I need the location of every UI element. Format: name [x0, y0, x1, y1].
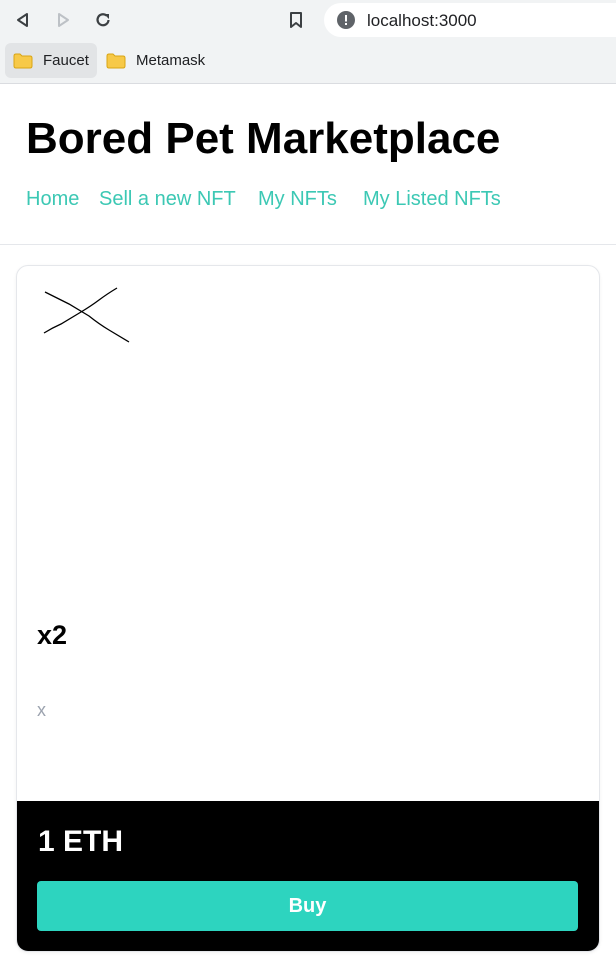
folder-icon — [106, 53, 126, 68]
bookmark-icon — [290, 11, 302, 28]
nav-sell-nft-link[interactable]: Sell a new NFT — [99, 188, 236, 211]
bookmark-label: Metamask — [136, 52, 206, 69]
back-button[interactable] — [11, 8, 35, 32]
forward-button[interactable] — [51, 8, 75, 32]
site-header: Bored Pet Marketplace Home Sell a new NF… — [0, 84, 616, 245]
bookmark-metamask[interactable]: Metamask — [98, 43, 213, 78]
info-warning-icon — [337, 11, 355, 29]
site-title: Bored Pet Marketplace — [26, 114, 501, 163]
nft-card: x2 x 1 ETH Buy — [16, 265, 600, 952]
card-footer: 1 ETH Buy — [17, 801, 599, 951]
bookmark-faucet[interactable]: Faucet — [5, 43, 97, 78]
buy-button[interactable]: Buy — [37, 881, 578, 931]
nav-my-nfts-link[interactable]: My NFTs — [258, 188, 337, 211]
bookmarks-bar: Faucet Metamask — [0, 40, 616, 84]
forward-icon — [58, 13, 69, 27]
nav-home-link[interactable]: Home — [26, 188, 79, 211]
back-icon — [17, 13, 28, 27]
folder-icon — [13, 53, 33, 68]
reload-button[interactable] — [91, 8, 115, 32]
url-text: localhost:3000 — [367, 11, 477, 30]
nft-image — [43, 287, 130, 343]
bookmark-label: Faucet — [43, 52, 89, 69]
bookmark-button[interactable] — [284, 8, 308, 32]
browser-toolbar: localhost:3000 — [0, 0, 616, 40]
nft-description: x — [37, 700, 46, 720]
nav-my-listed-nfts-link[interactable]: My Listed NFTs — [363, 188, 501, 211]
reload-icon — [96, 13, 110, 27]
nft-price: 1 ETH — [38, 825, 124, 858]
address-bar[interactable]: localhost:3000 — [324, 3, 616, 37]
nft-name: x2 — [37, 620, 68, 650]
